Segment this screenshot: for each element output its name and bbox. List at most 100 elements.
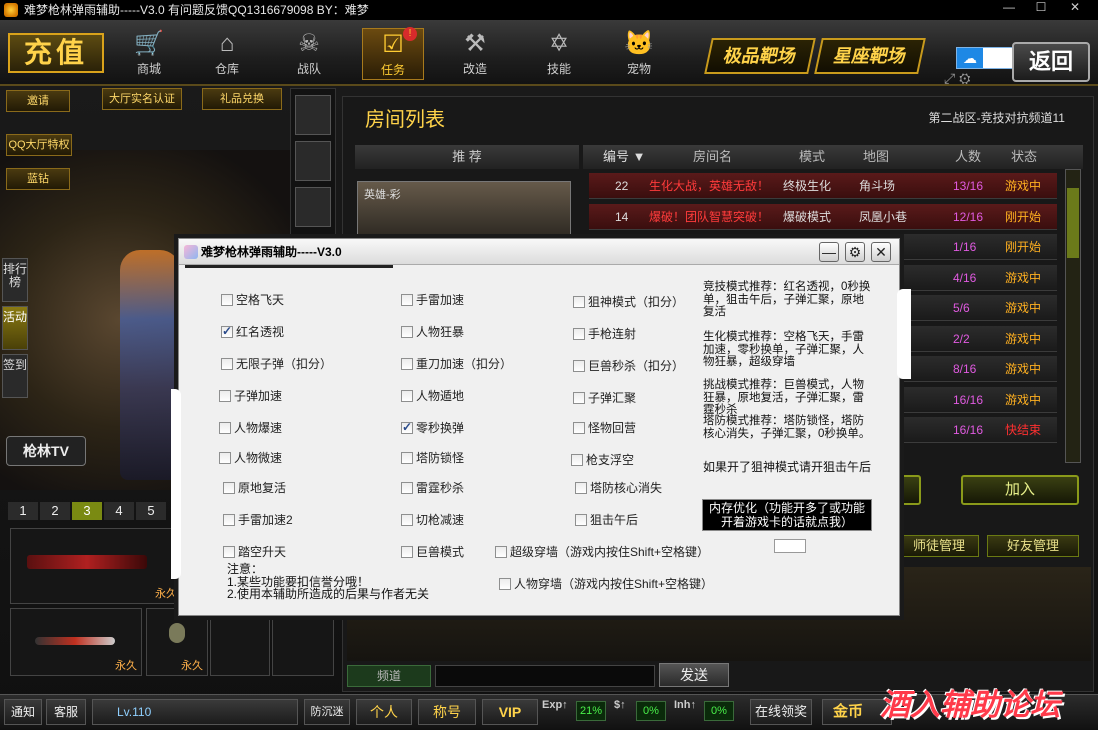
checkbox-box[interactable] — [495, 545, 507, 558]
checkbox-box[interactable] — [401, 420, 413, 434]
feature-checkbox[interactable]: 子弹加速 — [219, 387, 282, 404]
memory-optimize-button[interactable]: 内存优化（功能开多了或功能开着游戏卡的话就点我） — [702, 499, 872, 531]
feature-checkbox[interactable]: 巨兽秒杀（扣分） — [573, 357, 684, 374]
friends-button[interactable]: 好友管理 — [987, 535, 1079, 557]
loadout-tab-1[interactable]: 1 — [8, 502, 38, 520]
feature-checkbox[interactable]: 人物微速 — [219, 449, 282, 466]
nav-shop[interactable]: 🛒 商城 — [118, 28, 180, 80]
feature-checkbox[interactable]: 狙击午后 — [575, 511, 638, 528]
checkbox-box[interactable] — [221, 357, 233, 370]
feature-checkbox[interactable]: 子弹汇聚 — [573, 389, 636, 406]
armor-slot[interactable] — [295, 141, 331, 181]
recharge-button[interactable]: 充值 — [8, 33, 104, 73]
close-window-button[interactable]: ✕ — [1060, 0, 1090, 16]
checkbox-box[interactable] — [219, 389, 231, 402]
feature-checkbox[interactable]: 人物狂暴 — [401, 323, 464, 340]
feature-checkbox[interactable]: 怪物回营 — [573, 419, 636, 436]
tab-signin[interactable]: 签到 — [2, 354, 28, 398]
col-number[interactable]: 编号 ▼ — [603, 145, 645, 169]
recommend-header[interactable]: 推 荐 — [355, 145, 579, 169]
empty-slot[interactable] — [210, 608, 270, 676]
feature-checkbox[interactable]: 人物穿墙（游戏内按住Shift+空格键） — [499, 575, 713, 592]
feature-checkbox[interactable]: 手枪连射 — [573, 325, 636, 342]
checkbox-box[interactable] — [573, 327, 585, 340]
room-scrollbar[interactable] — [1065, 169, 1081, 463]
service-button[interactable]: 客服 — [46, 699, 86, 725]
nav-team[interactable]: ☠ 战队 — [278, 28, 340, 80]
feature-checkbox[interactable]: 人物遁地 — [401, 387, 464, 404]
chat-input[interactable] — [435, 665, 655, 687]
tv-button[interactable]: 枪林TV — [6, 436, 86, 466]
checkbox-box[interactable] — [401, 325, 413, 338]
checkbox-box[interactable] — [499, 577, 511, 590]
room-row[interactable]: 14 爆破！团队智慧突破！ 爆破模式 凤凰小巷 12/16 刚开始 — [589, 203, 1057, 230]
feature-checkbox[interactable]: 切枪减速 — [401, 511, 464, 528]
nav-skill[interactable]: ✡ 技能 — [528, 28, 590, 80]
feature-checkbox[interactable]: 手雷加速 — [401, 291, 464, 308]
join-button[interactable]: 加入 — [961, 475, 1079, 505]
elite-range-button[interactable]: 极品靶场 — [704, 38, 816, 74]
checkbox-box[interactable] — [401, 357, 413, 370]
checkbox-box[interactable] — [401, 293, 413, 306]
dialog-minimize-button[interactable]: — — [819, 242, 839, 262]
room-row[interactable]: 22 生化大战，英雄无敌！ 终极生化 角斗场 13/16 游戏中 — [589, 173, 1057, 199]
melee-weapon-slot[interactable]: 永久 — [10, 608, 142, 676]
maximize-button[interactable]: ☐ — [1026, 0, 1056, 16]
minimize-button[interactable]: — — [994, 0, 1024, 16]
accessory-slot[interactable] — [295, 187, 331, 227]
dialog-settings-button[interactable]: ⚙ — [845, 242, 865, 262]
checkbox-box[interactable] — [573, 295, 585, 308]
notify-button[interactable]: 通知 — [4, 699, 42, 725]
loadout-tab-5[interactable]: 5 — [136, 502, 166, 520]
feature-checkbox[interactable]: 狙神模式（扣分） — [573, 293, 684, 310]
checkbox-box[interactable] — [401, 389, 413, 402]
grenade-slot[interactable]: 永久 — [146, 608, 208, 676]
realname-button[interactable]: 大厅实名认证 — [102, 88, 182, 110]
dialog-close-button[interactable]: ✕ — [871, 242, 891, 262]
checkbox-box[interactable] — [223, 481, 235, 494]
checkbox-box[interactable] — [401, 513, 413, 526]
title-button[interactable]: 称号 — [418, 699, 476, 725]
feature-checkbox[interactable]: 零秒换弹 — [401, 419, 464, 436]
hero-preview[interactable]: 英雄-彩 — [357, 181, 571, 241]
nav-task[interactable]: ☑ 任务! — [362, 27, 424, 80]
checkbox-box[interactable] — [401, 481, 413, 494]
checkbox-box[interactable] — [401, 545, 413, 558]
checkbox-box[interactable] — [573, 391, 585, 404]
checkbox-box[interactable] — [221, 293, 233, 306]
checkbox-box[interactable] — [571, 453, 583, 466]
checkbox-box[interactable] — [223, 513, 235, 526]
feature-checkbox[interactable]: 雷霆秒杀 — [401, 479, 464, 496]
qq-vip-button[interactable]: QQ大厅特权 — [6, 134, 72, 156]
loadout-tab-2[interactable]: 2 — [40, 502, 70, 520]
scroll-thumb[interactable] — [1067, 188, 1079, 258]
feature-checkbox[interactable]: 无限子弹（扣分） — [221, 355, 332, 372]
invite-button[interactable]: 邀请 — [6, 90, 70, 112]
feature-checkbox[interactable]: 人物爆速 — [219, 419, 282, 436]
checkbox-box[interactable] — [219, 451, 231, 464]
loadout-tab-4[interactable]: 4 — [104, 502, 134, 520]
online-reward-button[interactable]: 在线领奖 — [750, 699, 812, 725]
feature-checkbox[interactable]: 原地复活 — [223, 479, 286, 496]
tab-activity[interactable]: 活动 — [2, 306, 28, 350]
small-input[interactable] — [774, 539, 806, 553]
feature-checkbox[interactable]: 超级穿墙（游戏内按住Shift+空格键） — [495, 543, 709, 560]
feature-checkbox[interactable]: 枪支浮空 — [571, 451, 634, 468]
loadout-tab-3[interactable]: 3 — [72, 502, 102, 520]
feature-checkbox[interactable]: 空格飞天 — [221, 291, 284, 308]
checkbox-box[interactable] — [401, 451, 413, 464]
checkbox-box[interactable] — [575, 481, 587, 494]
blue-diamond-button[interactable]: 蓝钻 — [6, 168, 70, 190]
empty-slot[interactable] — [272, 608, 334, 676]
mentor-button[interactable]: 师徒管理 — [899, 535, 979, 557]
gift-exchange-button[interactable]: 礼品兑换 — [202, 88, 282, 110]
anti-addiction-button[interactable]: 防沉迷 — [304, 699, 350, 725]
return-button[interactable]: 返回 — [1012, 42, 1090, 82]
feature-checkbox[interactable]: 手雷加速2 — [223, 511, 293, 528]
send-button[interactable]: 发送 — [659, 663, 729, 687]
zodiac-range-button[interactable]: 星座靶场 — [814, 38, 926, 74]
checkbox-box[interactable] — [575, 513, 587, 526]
checkbox-box[interactable] — [573, 359, 585, 372]
nav-warehouse[interactable]: ⌂ 仓库 — [196, 28, 258, 80]
primary-weapon-slot[interactable]: 永久 — [10, 528, 182, 604]
